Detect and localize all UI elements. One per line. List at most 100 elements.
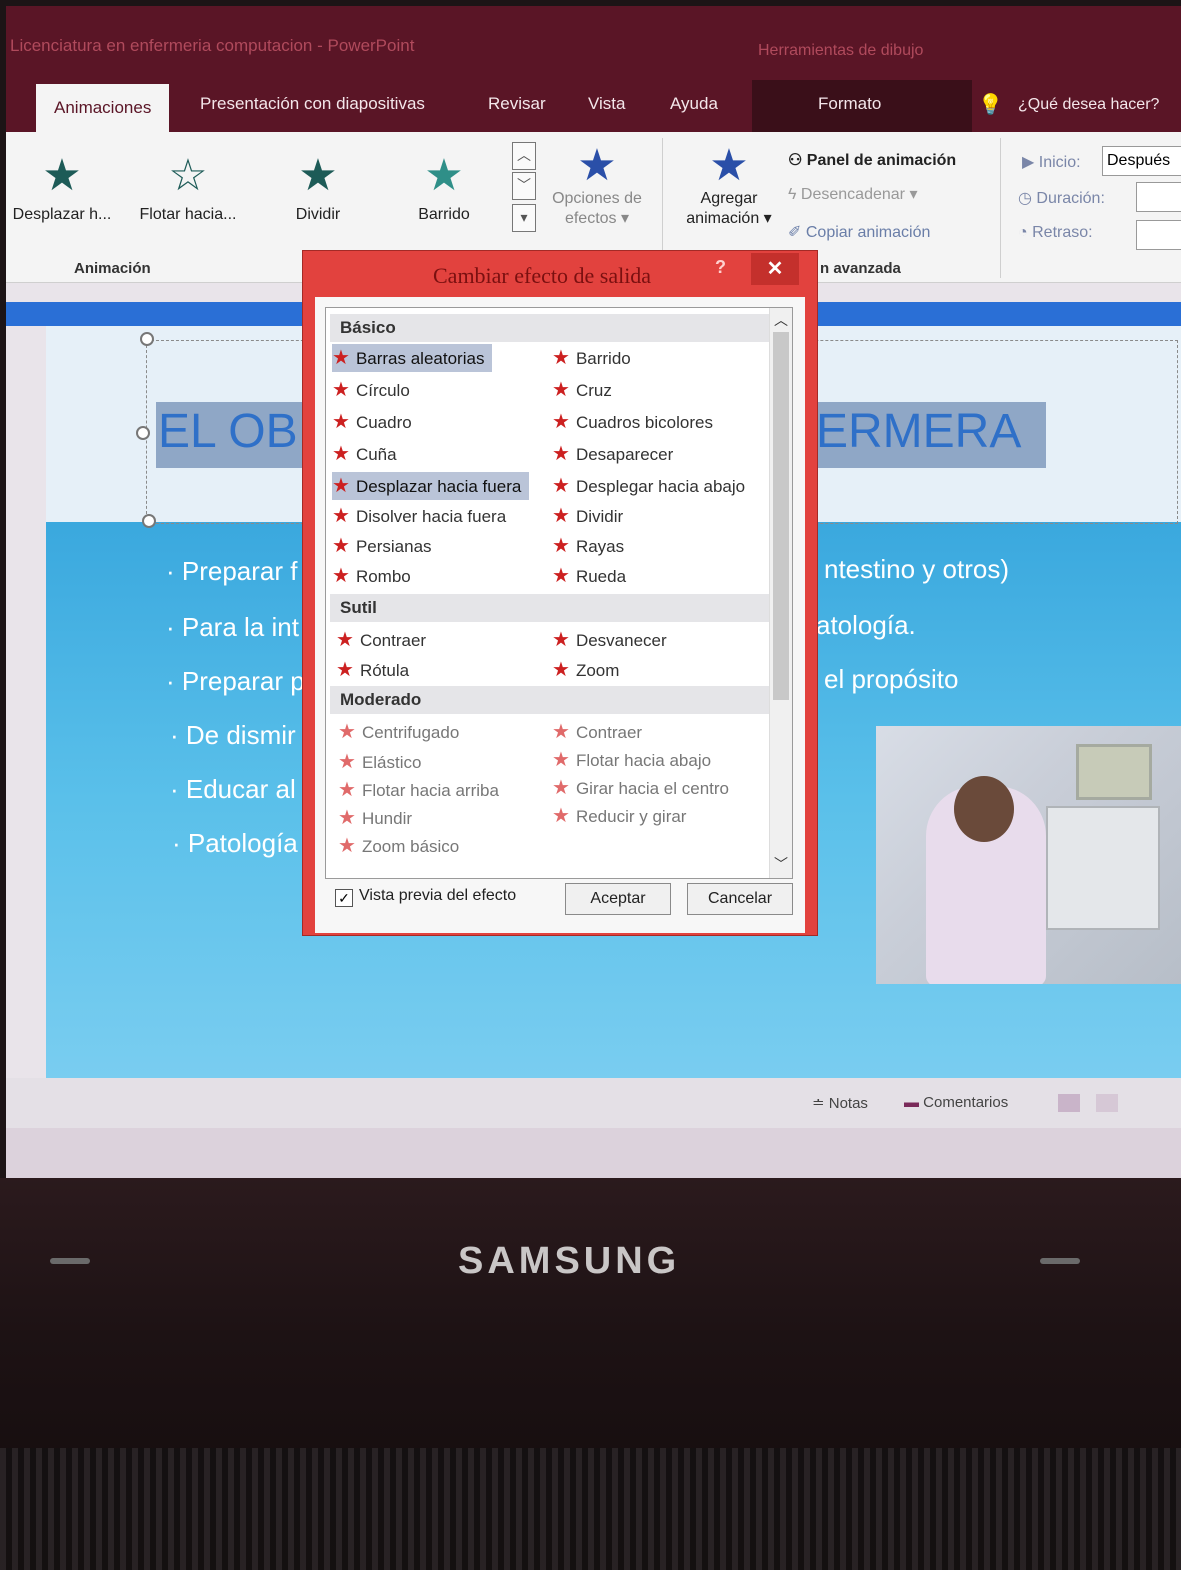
gallery-flotar[interactable]: ☆ Flotar hacia... — [130, 152, 246, 224]
star-icon: ★ — [552, 659, 570, 681]
preview-checkbox[interactable]: ✓ — [335, 889, 353, 907]
gallery-more[interactable]: ▾ — [512, 204, 536, 232]
star-icon: ★ — [424, 151, 464, 200]
bullet-6-left: · Patología — [172, 828, 298, 858]
gallery-scroll-up[interactable]: ︿ — [512, 142, 536, 170]
effects-list[interactable]: Básico ★ Barras aleatorias ★ Círculo ★ Cuad… — [325, 307, 793, 879]
effect-rueda[interactable]: ★ Rueda — [552, 562, 634, 590]
add-star-icon: ★ — [709, 141, 749, 190]
effect-reducir-y-girar[interactable]: ★ Reducir y girar — [552, 802, 694, 830]
tab-animaciones[interactable]: Animaciones — [36, 84, 170, 132]
effect-cuna[interactable]: ★ Cuña — [332, 440, 405, 468]
cancel-button[interactable]: Cancelar — [687, 883, 793, 915]
tab-vista[interactable]: Vista — [588, 94, 626, 114]
effect-zoom-basico[interactable]: ★ Zoom básico — [338, 832, 467, 860]
gallery-barrido[interactable]: ★ Barrido — [394, 152, 494, 224]
trigger-button[interactable]: ϟ Desencadenar ▾ — [788, 184, 917, 204]
star-icon: ★ — [338, 835, 356, 857]
star-icon: ★ — [338, 751, 356, 773]
tab-formato[interactable]: Formato — [818, 94, 881, 114]
effect-centrifugado[interactable]: ★ Centrifugado — [338, 718, 467, 746]
effect-hundir[interactable]: ★ Hundir — [338, 804, 420, 832]
effect-desvanecer[interactable]: ★ Desvanecer — [552, 626, 675, 654]
help-button[interactable]: ? — [715, 257, 726, 278]
gallery-scroll-down[interactable]: ﹀ — [512, 172, 536, 200]
star-icon: ★ — [332, 379, 350, 401]
preview-label[interactable]: Vista previa del efecto — [359, 887, 516, 905]
effect-rayas[interactable]: ★ Rayas — [552, 532, 632, 560]
slide-title-right[interactable]: ERMERA — [816, 404, 1021, 459]
resize-handle[interactable] — [140, 332, 154, 346]
chevron-up-icon[interactable]: ︿ — [774, 310, 788, 330]
separator — [1000, 138, 1001, 278]
star-icon: ★ — [332, 565, 350, 587]
effect-barras-aleatorias[interactable]: ★ Barras aleatorias — [332, 344, 493, 372]
gallery-dividir[interactable]: ★ Dividir — [268, 152, 368, 224]
ok-button[interactable]: Aceptar — [565, 883, 671, 915]
effect-girar-hacia-el-centro[interactable]: ★ Girar hacia el centro — [552, 774, 737, 802]
resize-handle[interactable] — [136, 426, 150, 440]
effect-desplazar-hacia-fuera[interactable]: ★ Desplazar hacia fuera — [332, 472, 530, 500]
effect-cuadros-bicolores[interactable]: ★ Cuadros bicolores — [552, 408, 721, 436]
effect-options-button[interactable]: ★ Opciones de efectos ▾ — [542, 142, 652, 228]
star-icon: ★ — [552, 411, 570, 433]
tab-presentacion[interactable]: Presentación con diapositivas — [200, 94, 425, 114]
effect-cuadro[interactable]: ★ Cuadro — [332, 408, 420, 436]
effect-elastico[interactable]: ★ Elástico — [338, 748, 429, 776]
slide-title-left[interactable]: EL OB — [158, 404, 298, 459]
effect-desplegar-hacia-abajo[interactable]: ★ Desplegar hacia abajo — [552, 472, 753, 500]
laptop-bezel: SAMSUNG — [0, 1178, 1181, 1570]
list-scrollbar[interactable]: ︿ ﹀ — [769, 308, 792, 878]
window-title: Licenciatura en enfermeria computacion -… — [10, 36, 415, 55]
star-icon: ★ — [552, 443, 570, 465]
tab-revisar[interactable]: Revisar — [488, 94, 546, 114]
delay-input[interactable] — [1136, 220, 1181, 250]
animation-pane-button[interactable]: ⚇ Panel de animación — [788, 150, 956, 170]
close-button[interactable]: ✕ — [751, 253, 799, 285]
dialog-title: Cambiar efecto de salida — [433, 263, 652, 288]
add-animation-button[interactable]: ★ Agregar animación ▾ — [674, 142, 784, 228]
effect-contraer-sutil[interactable]: ★ Contraer — [336, 626, 434, 654]
comments-button[interactable]: ▬ Comentarios — [904, 1094, 1008, 1111]
resize-handle[interactable] — [142, 514, 156, 528]
effect-cruz[interactable]: ★ Cruz — [552, 376, 620, 404]
star-icon: ★ — [332, 475, 350, 497]
start-select[interactable]: Después — [1102, 146, 1181, 176]
star-icon: ★ — [332, 443, 350, 465]
chevron-down-icon[interactable]: ﹀ — [774, 854, 788, 874]
star-icon: ★ — [298, 151, 338, 200]
effect-flotar-hacia-abajo[interactable]: ★ Flotar hacia abajo — [552, 746, 719, 774]
category-basic: Básico — [330, 314, 770, 342]
effect-disolver-hacia-fuera[interactable]: ★ Disolver hacia fuera — [332, 502, 514, 530]
normal-view-button[interactable] — [1058, 1094, 1080, 1112]
effect-desaparecer[interactable]: ★ Desaparecer — [552, 440, 681, 468]
scrollbar-thumb[interactable] — [773, 332, 789, 700]
sorter-view-button[interactable] — [1096, 1094, 1118, 1112]
effect-flotar-hacia-arriba[interactable]: ★ Flotar hacia arriba — [338, 776, 507, 804]
animation-pane-icon: ⚇ — [788, 152, 803, 169]
effect-zoom[interactable]: ★ Zoom — [552, 656, 627, 684]
effect-dividir[interactable]: ★ Dividir — [552, 502, 631, 530]
bullet-3-left: · Preparar p — [166, 666, 305, 696]
lightbulb-icon: 💡 — [978, 94, 1003, 116]
star-icon: ★ — [332, 411, 350, 433]
star-icon: ★ — [552, 535, 570, 557]
star-icon: ★ — [552, 379, 570, 401]
copy-animation-button[interactable]: ✐ Copiar animación — [788, 222, 930, 242]
star-icon: ★ — [577, 141, 617, 190]
effect-contraer-moderado[interactable]: ★ Contraer — [552, 718, 650, 746]
effect-rotula[interactable]: ★ Rótula — [336, 656, 417, 684]
effect-circulo[interactable]: ★ Círculo — [332, 376, 418, 404]
effect-rombo[interactable]: ★ Rombo — [332, 562, 419, 590]
effect-persianas[interactable]: ★ Persianas — [332, 532, 440, 560]
duration-input[interactable] — [1136, 182, 1181, 212]
effect-barrido[interactable]: ★ Barrido — [552, 344, 639, 372]
star-icon: ★ — [552, 475, 570, 497]
tab-ayuda[interactable]: Ayuda — [670, 94, 718, 114]
notes-button[interactable]: ≐ Notas — [812, 1094, 868, 1112]
star-icon: ★ — [552, 629, 570, 651]
tell-me-search[interactable]: ¿Qué desea hacer? — [1018, 96, 1159, 114]
bullet-2-left: · Para la int — [166, 612, 299, 642]
ribbon-tabs: Animaciones Presentación con diapositiva… — [6, 80, 1181, 132]
gallery-desplazar[interactable]: ★ Desplazar h... — [6, 152, 118, 224]
